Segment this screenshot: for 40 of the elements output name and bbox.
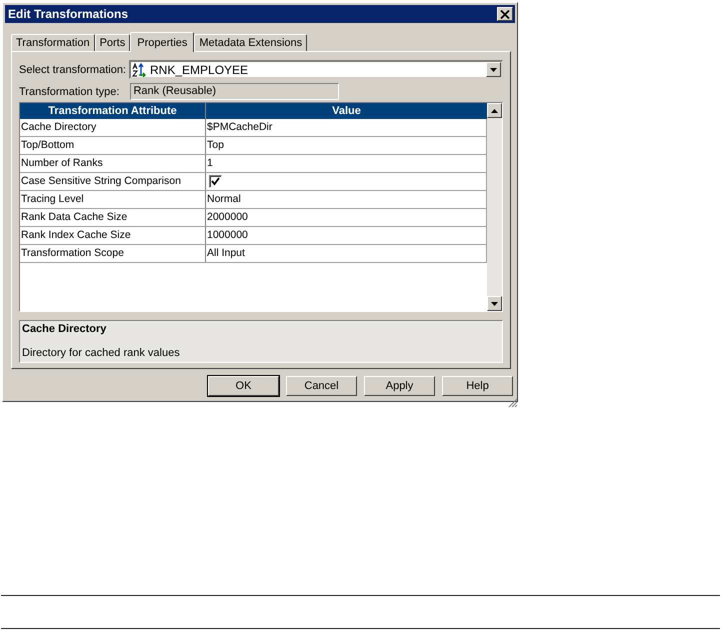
table-cell-text: 1 [206,156,214,171]
tab[interactable]: Ports [94,34,130,51]
description-text: Directory for cached rank values [22,347,181,359]
dialog-button[interactable]: OK [208,376,279,396]
sort-icon [132,62,146,76]
table-cell: Top/Bottom [20,137,206,154]
table-cell: Case Sensitive String Comparison [20,173,206,190]
type-field: Rank (Reusable) [130,83,340,100]
table-cell: Tracing Level [20,191,206,208]
table-cell: Rank Index Cache Size [20,227,206,244]
field-label: Select transformation: [19,64,126,76]
tab[interactable]: Properties [130,32,194,52]
scrollbar[interactable] [487,103,502,311]
table-cell-text: $PMCacheDir [206,120,274,135]
close-icon [500,10,510,18]
resize-grip-icon[interactable] [508,398,518,408]
scroll-up-icon[interactable] [491,108,498,112]
transformation-dropdown[interactable]: RNK_EMPLOYEE [129,60,503,79]
table-cell-text: 2000000 [206,210,249,225]
table-cell-text: 1000000 [206,228,249,243]
table-cell-text: All Input [206,246,246,261]
column-header: Value [331,104,362,119]
close-button[interactable] [497,7,513,21]
table-cell: Number of Ranks [20,155,206,172]
description-title: Cache Directory [22,323,108,335]
table-cell: Cache Directory [20,119,206,136]
checkbox[interactable] [209,175,222,188]
dialog-button[interactable]: Cancel [286,376,357,396]
column-header: Transformation Attribute [20,103,206,119]
table-cell: Rank Data Cache Size [20,209,206,226]
table-cell-text: Top [206,138,225,153]
tab[interactable]: Transformation [11,34,95,51]
window-title: Edit Transformations [8,7,128,21]
field-label: Transformation type: [19,86,120,98]
scroll-down-icon[interactable] [491,302,498,306]
dialog-button[interactable]: Help [442,376,513,396]
table-cell: Transformation Scope [20,245,206,262]
dialog-button[interactable]: Apply [364,376,435,396]
tab[interactable]: Metadata Extensions [194,34,308,51]
table-cell-text: Normal [206,192,242,207]
